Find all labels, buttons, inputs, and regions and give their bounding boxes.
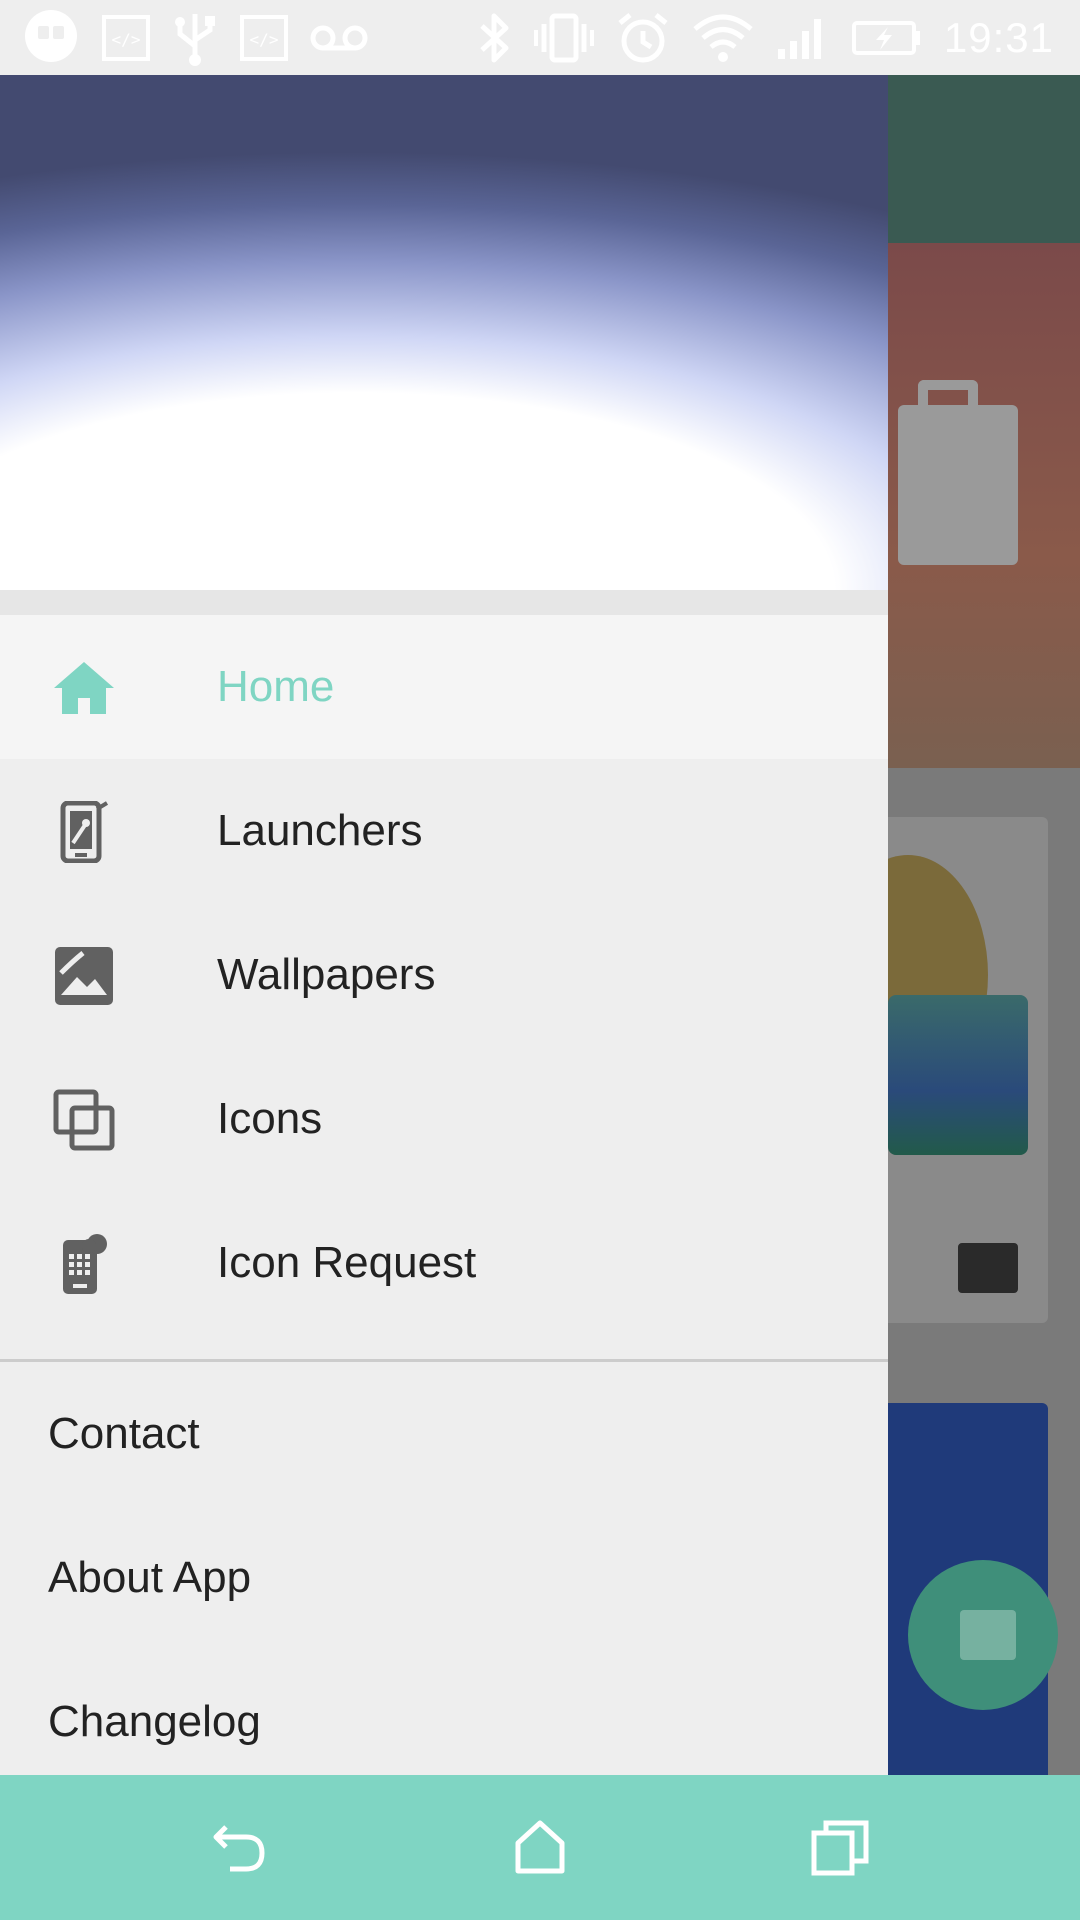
- play-store-icon: [958, 1243, 1018, 1293]
- drawer-item-wallpapers[interactable]: Wallpapers: [0, 903, 888, 1047]
- wifi-icon: [692, 11, 754, 65]
- hangouts-icon: [22, 9, 80, 67]
- drawer-nav-list: Home Launchers Wallpapers Icons Icon Req: [0, 615, 888, 1335]
- drawer-header-image: [0, 75, 888, 590]
- status-bar-notifications: </> </>: [22, 8, 368, 68]
- drawer-item-label: Launchers: [217, 806, 423, 855]
- drawer-item-launchers[interactable]: Launchers: [0, 759, 888, 903]
- background-app-bar: [888, 75, 1080, 243]
- drawer-item-home[interactable]: Home: [0, 615, 888, 759]
- alarm-icon: [616, 11, 670, 65]
- drawer-secondary-list: Contact About App Changelog: [0, 1362, 888, 1775]
- vibrate-icon: [533, 12, 594, 64]
- home-button-icon[interactable]: [510, 1817, 570, 1877]
- launcher-phone-icon: [50, 801, 118, 863]
- code-icon: </>: [102, 15, 150, 61]
- usb-icon: [172, 10, 218, 66]
- play-store-bag-icon: [898, 405, 1018, 565]
- system-navigation-bar: [0, 1775, 1080, 1920]
- bluetooth-icon: [476, 10, 512, 66]
- home-icon: [50, 657, 118, 719]
- wallpaper-icon: [50, 945, 118, 1007]
- drawer-item-label: Wallpapers: [217, 950, 436, 999]
- drawer-item-label: Icons: [217, 1094, 323, 1143]
- drawer-header-divider: [0, 590, 888, 615]
- drawer-item-label: Home: [217, 662, 335, 711]
- svg-text:</>: </>: [250, 30, 279, 49]
- code-icon: </>: [240, 15, 288, 61]
- icon-request-icon: [50, 1233, 118, 1295]
- status-bar: </> </> 19:31: [0, 0, 1080, 75]
- svg-text:</>: </>: [112, 30, 141, 49]
- voicemail-icon: [310, 23, 368, 53]
- signal-icon: [776, 15, 828, 61]
- navigation-drawer: Home Launchers Wallpapers Icons Icon Req: [0, 75, 888, 1775]
- clock: 19:31: [943, 14, 1054, 61]
- drawer-item-icon-request[interactable]: Icon Request: [0, 1191, 888, 1335]
- battery-charging-icon: [850, 20, 922, 56]
- drawer-item-label: Icon Request: [217, 1238, 477, 1287]
- drawer-item-icons[interactable]: Icons: [0, 1047, 888, 1191]
- icons-stack-icon: [50, 1089, 118, 1151]
- recents-icon[interactable]: [810, 1817, 870, 1877]
- drawer-item-changelog[interactable]: Changelog: [0, 1650, 888, 1775]
- drawer-item-about-app[interactable]: About App: [0, 1506, 888, 1650]
- back-icon[interactable]: [210, 1817, 270, 1877]
- drawer-item-contact[interactable]: Contact: [0, 1362, 888, 1506]
- image-icon: [960, 1610, 1016, 1660]
- wallet-icon: [888, 995, 1028, 1155]
- background-app: [888, 75, 1080, 1775]
- status-bar-system: 19:31: [476, 8, 1054, 68]
